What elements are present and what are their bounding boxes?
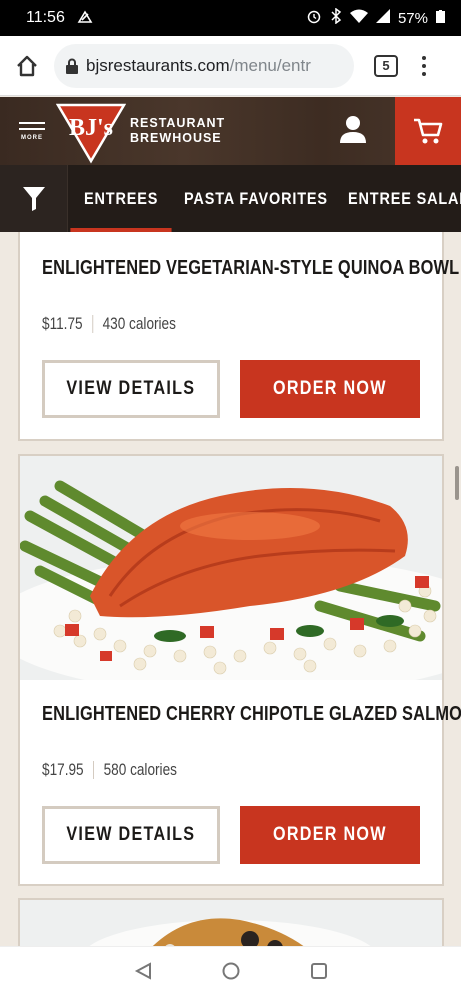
home-system-button[interactable]	[222, 962, 240, 985]
home-icon	[17, 55, 37, 76]
menu-item-name: ENLIGHTENED CHERRY CHIPOTLE GLAZED SALMO…	[42, 702, 461, 725]
alarm-icon	[306, 8, 322, 28]
url-domain: bjsrestaurants.com	[86, 55, 230, 75]
logo-text: BJ's	[69, 115, 113, 141]
tab-entree-salads[interactable]: ENTREE SALADS	[348, 165, 461, 232]
recents-button[interactable]	[310, 962, 328, 985]
order-now-button[interactable]: ORDER NOW	[240, 806, 420, 864]
view-details-button[interactable]: VIEW DETAILS	[42, 360, 220, 418]
wifi-icon	[349, 9, 368, 27]
view-details-label: VIEW DETAILS	[66, 824, 196, 845]
brand-logo[interactable]: BJ's RESTAURANT BREWHOUSE	[56, 97, 225, 165]
status-bar: 11:56 57%	[0, 0, 461, 36]
battery-icon	[436, 9, 445, 27]
account-button[interactable]	[340, 115, 366, 148]
site-header: MORE BJ's RESTAURANT BREWHOUSE	[0, 97, 461, 165]
status-time: 11:56	[26, 9, 65, 26]
user-icon	[340, 116, 366, 143]
menu-item-calories: 580 calories	[103, 760, 177, 779]
home-button[interactable]	[0, 36, 54, 96]
back-icon	[134, 962, 151, 980]
filter-icon	[22, 186, 45, 211]
signal-icon	[375, 9, 390, 27]
system-nav-bar	[0, 946, 461, 1000]
battery-percent: 57%	[397, 9, 428, 27]
cart-button[interactable]	[395, 97, 461, 165]
browser-toolbar: bjsrestaurants.com/menu/entr 5	[0, 36, 461, 96]
category-nav: ENTREES PASTA FAVORITES ENTREE SALADS	[0, 165, 461, 232]
notification-icon	[77, 9, 93, 27]
brand-line1: RESTAURANT	[130, 116, 226, 130]
more-menu-button[interactable]: MORE	[0, 97, 60, 165]
bjs-logo-icon: BJ's	[56, 103, 126, 164]
menu-item-card: ENLIGHTENED CHERRY CHIPOTLE GLAZED SALMO…	[18, 454, 461, 886]
menu-item-name: ENLIGHTENED VEGETARIAN-STYLE QUINOA BOWL	[42, 256, 460, 279]
menu-item-card: ENLIGHTENED VEGETARIAN-STYLE QUINOA BOWL…	[18, 232, 459, 441]
url-path: /menu/entr	[229, 55, 311, 75]
bluetooth-icon	[330, 7, 342, 28]
menu-item-photo[interactable]	[20, 456, 442, 680]
menu-item-meta: $17.95 580 calories	[42, 760, 177, 780]
menu-list: ENLIGHTENED VEGETARIAN-STYLE QUINOA BOWL…	[0, 232, 461, 946]
view-details-button[interactable]: VIEW DETAILS	[42, 806, 220, 864]
back-button[interactable]	[134, 962, 152, 985]
tab-entrees[interactable]: ENTREES	[70, 165, 173, 232]
cart-icon	[414, 118, 443, 144]
menu-item-meta: $11.75 430 calories	[42, 314, 176, 334]
menu-item-calories: 430 calories	[102, 314, 176, 333]
order-now-label: ORDER NOW	[273, 824, 387, 845]
lock-icon	[66, 58, 78, 74]
browser-menu-button[interactable]	[422, 55, 426, 76]
scrollbar[interactable]	[455, 466, 459, 500]
menu-item-card	[18, 898, 444, 946]
menu-item-price: $17.95	[42, 760, 84, 779]
next-dish-image	[20, 900, 442, 946]
order-now-button[interactable]: ORDER NOW	[240, 360, 420, 418]
brand-line2: BREWHOUSE	[130, 131, 222, 145]
tab-pasta-favorites[interactable]: PASTA FAVORITES	[184, 165, 328, 232]
view-details-label: VIEW DETAILS	[66, 378, 196, 399]
order-now-label: ORDER NOW	[273, 378, 387, 399]
recents-icon	[310, 963, 327, 979]
menu-item-price: $11.75	[42, 314, 83, 333]
salmon-dish-image	[20, 456, 442, 680]
filter-button[interactable]	[0, 165, 68, 232]
home-circle-icon	[222, 962, 239, 980]
address-bar[interactable]: bjsrestaurants.com/menu/entr	[54, 43, 354, 88]
tab-switcher-button[interactable]: 5	[374, 54, 398, 77]
more-label: MORE	[21, 134, 43, 141]
